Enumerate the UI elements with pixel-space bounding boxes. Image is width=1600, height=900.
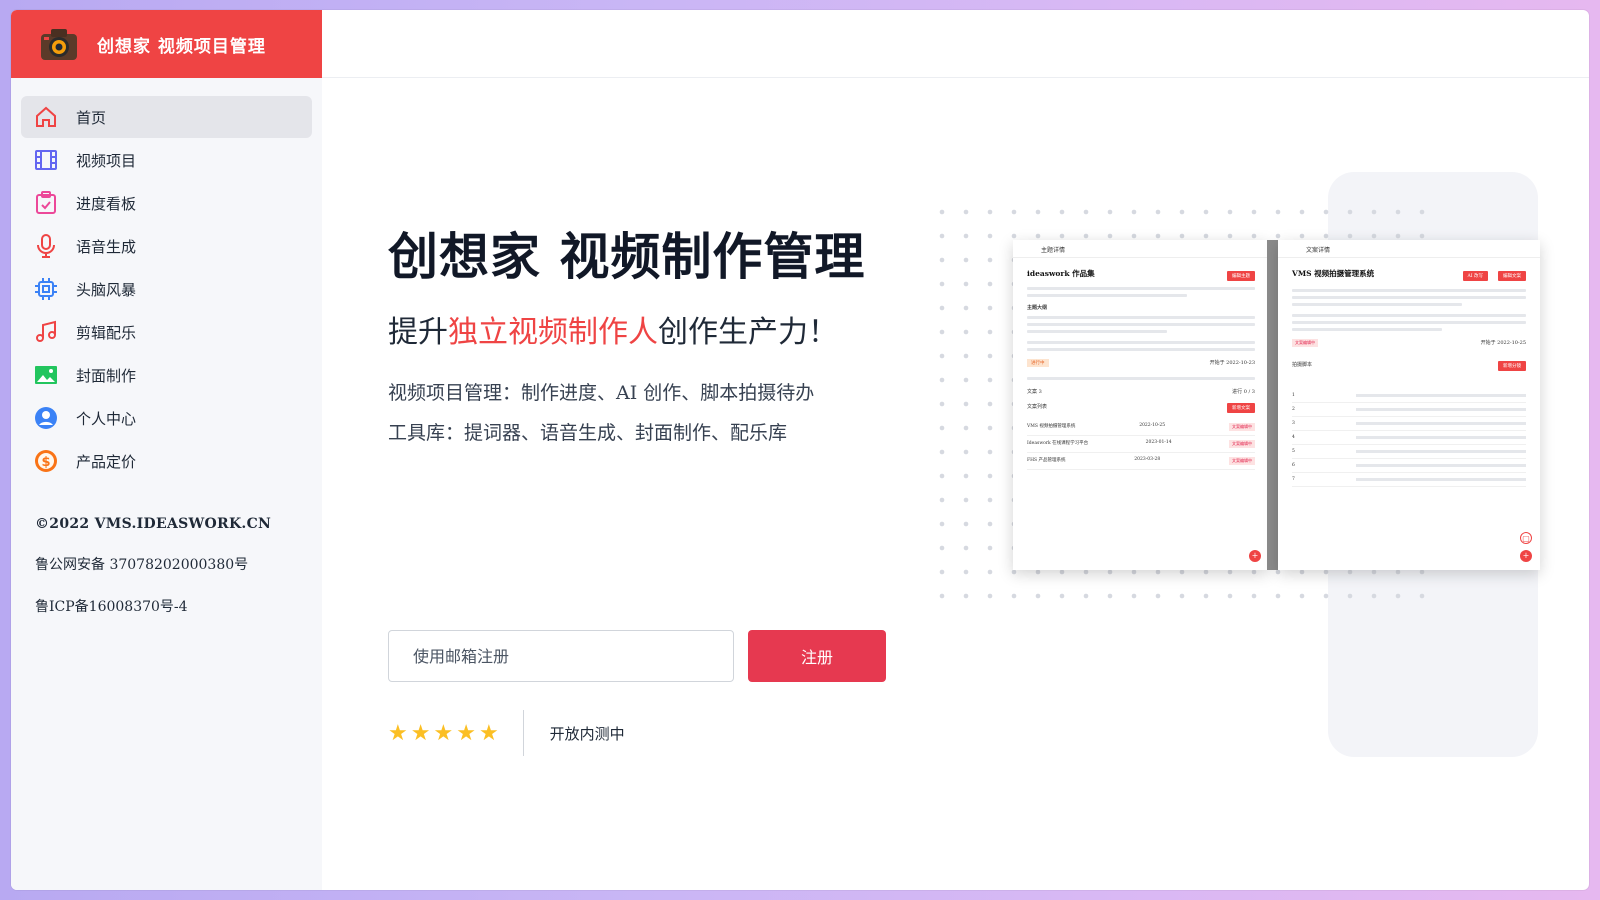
clipboard-check-icon — [33, 190, 59, 216]
sidebar-item-video-projects[interactable]: 视频项目 — [21, 139, 312, 181]
preview-divider — [1267, 240, 1278, 570]
table-row: 3 — [1292, 417, 1526, 431]
sidebar-item-home[interactable]: 首页 — [21, 96, 312, 138]
star-icon: ★ — [456, 720, 476, 746]
table-row: 2 — [1292, 403, 1526, 417]
sidebar-item-label: 个人中心 — [76, 409, 137, 428]
table-row: 5 — [1292, 445, 1526, 459]
sidebar-item-label: 头脑风暴 — [76, 280, 137, 299]
table-row: 7 — [1292, 473, 1526, 487]
star-icon: ★ — [433, 720, 454, 746]
preview-add-button: 新增分镜 — [1498, 361, 1526, 371]
hero-title: 创想家 视频制作管理 — [388, 227, 866, 286]
star-rating: ★ ★ ★ ★ ★ — [388, 710, 524, 756]
camera-icon — [41, 29, 77, 60]
preview-header: 文案详情 — [1278, 240, 1540, 258]
sidebar-item-music[interactable]: 剪辑配乐 — [21, 311, 312, 353]
hero-section: 创想家 视频制作管理 提升独立视频制作人创作生产力！ 视频项目管理：制作进度、A… — [388, 230, 888, 448]
star-icon: ★ — [478, 720, 499, 746]
sidebar-item-voice-generation[interactable]: 语音生成 — [21, 225, 312, 267]
product-preview: 主题详情 ideaswork 作品集 编辑主题 主题大纲 进行中 开始于 2022… — [930, 170, 1540, 760]
preview-table: 1 2 3 4 5 6 7 — [1292, 389, 1526, 487]
preview-table: VMS 视频拍摄管理系统 2022-10-25 文案编辑中 Ideaswork 在线… — [1027, 419, 1255, 470]
preview-section: 主题大纲 — [1027, 305, 1048, 311]
preview-header: 主题详情 — [1013, 240, 1269, 258]
subtitle-pre: 提升 — [388, 315, 448, 350]
preview-count: 文案 3 — [1027, 389, 1042, 395]
preview-status-tag: 文案编辑中 — [1292, 339, 1318, 347]
star-icon: ★ — [388, 720, 408, 746]
home-icon — [33, 104, 59, 130]
sidebar-item-profile[interactable]: 个人中心 — [21, 397, 312, 439]
sidebar-item-cover[interactable]: 封面制作 — [21, 354, 312, 396]
sidebar-item-brainstorm[interactable]: 头脑风暴 — [21, 268, 312, 310]
table-row: 6 — [1292, 459, 1526, 473]
sidebar-item-label: 首页 — [76, 108, 107, 127]
sidebar-item-label: 视频项目 — [76, 151, 137, 170]
brand-header[interactable]: 创想家 视频项目管理 — [11, 10, 322, 78]
preview-chat-fab: ▢ — [1520, 532, 1532, 544]
top-bar — [322, 10, 1589, 78]
sidebar: 创想家 视频项目管理 首页 视频项目 进度看板 语音生成 头脑风暴 剪辑配乐 封… — [11, 10, 322, 890]
table-row: FHS 产品管理系统 2023-03-28 文案编辑中 — [1027, 453, 1255, 470]
hero-subtitle: 提升独立视频制作人创作生产力！ — [388, 314, 888, 352]
table-row: Ideaswork 在线课程学习平台 2023-01-14 文案编辑中 — [1027, 436, 1255, 453]
brand-title: 创想家 视频项目管理 — [97, 36, 266, 57]
sidebar-item-label: 语音生成 — [76, 237, 137, 256]
dollar-icon: $ — [33, 448, 59, 474]
table-row: VMS 视频拍摄管理系统 2022-10-25 文案编辑中 — [1027, 419, 1255, 436]
preview-edit-button: 编辑主题 — [1227, 271, 1255, 281]
beta-status: 开放内测中 — [549, 724, 625, 743]
star-icon: ★ — [410, 720, 431, 746]
signup-form: 注册 — [388, 630, 886, 682]
feature-projects: 视频项目管理：制作进度、AI 创作、脚本拍摄待办 — [388, 382, 815, 404]
microphone-icon — [33, 233, 59, 259]
register-button[interactable]: 注册 — [748, 630, 886, 682]
subtitle-post: 创作生产力！ — [658, 315, 838, 350]
sidebar-item-label: 进度看板 — [76, 194, 137, 213]
email-field[interactable] — [388, 630, 734, 682]
preview-ai-button: AI 改写 — [1462, 271, 1488, 281]
preview-status-tag: 进行中 — [1027, 359, 1049, 367]
sidebar-item-progress-board[interactable]: 进度看板 — [21, 182, 312, 224]
copyright-text: ©2022 VMS.IDEASWORK.CN — [35, 516, 272, 532]
sidebar-footer: ©2022 VMS.IDEASWORK.CN 鲁公网安备 37078202000… — [11, 516, 322, 616]
user-circle-icon — [33, 405, 59, 431]
preview-add-fab: + — [1520, 550, 1532, 562]
preview-list-title: 文案列表 — [1027, 404, 1048, 410]
rating-bar: ★ ★ ★ ★ ★ 开放内测中 — [388, 710, 625, 756]
film-icon — [33, 147, 59, 173]
chip-icon — [33, 276, 59, 302]
police-record-link[interactable]: 鲁公网安备 37078202000380号 — [35, 554, 322, 574]
preview-section: 拍摄脚本 — [1292, 362, 1313, 368]
table-row: 1 — [1292, 389, 1526, 403]
sidebar-nav: 首页 视频项目 进度看板 语音生成 头脑风暴 剪辑配乐 封面制作 个人中心 $ … — [11, 78, 322, 482]
music-icon — [33, 319, 59, 345]
sidebar-item-label: 封面制作 — [76, 366, 137, 385]
sidebar-item-pricing[interactable]: $ 产品定价 — [21, 440, 312, 482]
preview-add-button: 新增文案 — [1227, 403, 1255, 413]
preview-date: 开始于 2022-10-25 — [1480, 340, 1526, 346]
preview-script-detail: 文案详情 VMS 视频拍摄管理系统 AI 改写 编辑文案 文案编辑中 开始于 20… — [1278, 240, 1540, 570]
table-row: 4 — [1292, 431, 1526, 445]
preview-date: 开始于 2022-10-23 — [1209, 360, 1255, 366]
subtitle-highlight: 独立视频制作人 — [448, 315, 658, 350]
sidebar-item-label: 产品定价 — [76, 452, 137, 471]
preview-add-fab: + — [1249, 550, 1261, 562]
svg-text:$: $ — [41, 455, 50, 470]
preview-topic-detail: 主题详情 ideaswork 作品集 编辑主题 主题大纲 进行中 开始于 2022… — [1013, 240, 1269, 570]
image-icon — [33, 362, 59, 388]
sidebar-item-label: 剪辑配乐 — [76, 323, 137, 342]
preview-edit-button: 编辑文案 — [1498, 271, 1526, 281]
preview-progress: 进行 0 / 3 — [1232, 389, 1255, 395]
icp-record-link[interactable]: 鲁ICP备16008370号-4 — [35, 596, 322, 616]
feature-tools: 工具库：提词器、语音生成、封面制作、配乐库 — [388, 422, 788, 444]
